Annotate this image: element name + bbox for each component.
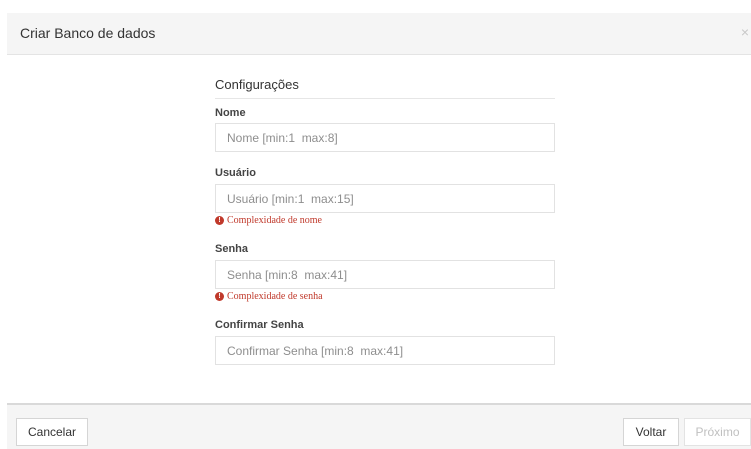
nome-input[interactable]: [215, 123, 555, 152]
exclamation-circle-icon: !: [215, 216, 224, 225]
close-icon[interactable]: ×: [741, 24, 749, 40]
confirmar-senha-input[interactable]: [215, 336, 555, 365]
nome-label: Nome: [215, 107, 246, 119]
cancel-button[interactable]: Cancelar: [16, 418, 88, 446]
usuario-input[interactable]: [215, 184, 555, 213]
senha-input[interactable]: [215, 260, 555, 289]
senha-label: Senha: [215, 243, 249, 255]
section-divider: [215, 98, 555, 99]
usuario-error-text: Complexidade de nome: [227, 215, 322, 226]
next-button[interactable]: Próximo: [684, 418, 751, 446]
usuario-label: Usuário: [215, 167, 256, 179]
modal-title: Criar Banco de dados: [20, 25, 156, 41]
modal-header: Criar Banco de dados ×: [7, 13, 751, 55]
senha-error-text: Complexidade de senha: [227, 291, 323, 302]
modal-footer: Cancelar Voltar Próximo: [7, 403, 751, 449]
usuario-error: ! Complexidade de nome: [215, 215, 322, 226]
confirmar-senha-label: Confirmar Senha: [215, 319, 304, 331]
senha-error: ! Complexidade de senha: [215, 291, 323, 302]
exclamation-circle-icon: !: [215, 292, 224, 301]
back-button[interactable]: Voltar: [623, 418, 679, 446]
section-title: Configurações: [215, 77, 299, 92]
